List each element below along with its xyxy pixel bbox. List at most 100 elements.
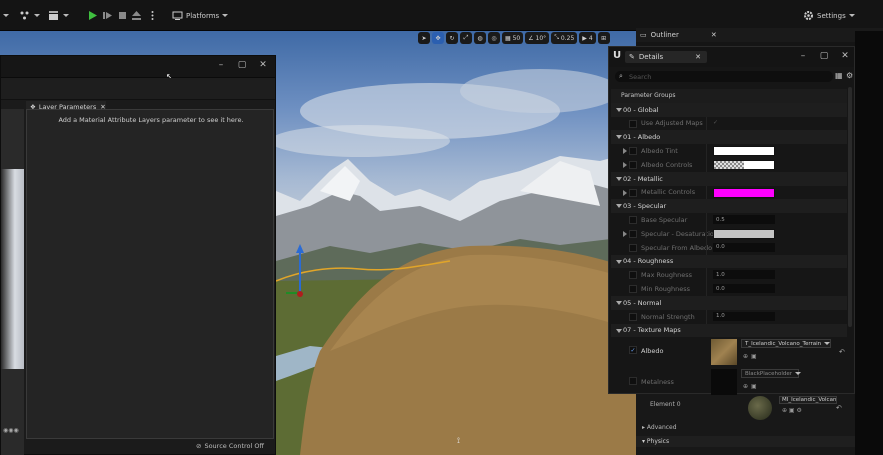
param-label: Metallic Controls [641,188,696,197]
override-checkbox-checked[interactable]: ✓ [629,346,637,355]
group-global[interactable]: 00 - Global [611,102,847,117]
group-label: 04 - Roughness [623,257,674,266]
platforms-dropdown[interactable]: Platforms [171,7,229,24]
settings-dropdown[interactable]: Settings [802,7,855,24]
close-button[interactable]: ✕ [256,60,270,70]
tab-outliner[interactable]: ▭ Outliner ✕ [640,29,720,41]
override-checkbox[interactable] [629,377,637,386]
albedo-controls-swatch[interactable] [713,159,775,170]
details-search-input[interactable]: ⌕ Search [615,71,833,82]
translate-mode-button[interactable]: ✥ [432,32,444,44]
advanced-section[interactable]: ▸ Advanced [642,424,677,431]
angle-snap-button[interactable]: ∠ 10° [525,32,550,44]
expand-arrow-icon[interactable] [623,148,627,155]
expand-arrow-icon[interactable] [623,189,627,196]
move-icon: ✥ [435,34,441,42]
grid-snap-button[interactable]: ▦ 50 [502,32,524,44]
physics-section[interactable]: ▾ Physics [636,436,855,447]
metalness-texture-thumbnail [711,369,737,396]
outliner-close-icon[interactable]: ✕ [711,31,717,39]
parameter-groups-header[interactable]: Parameter Groups [611,89,847,103]
override-checkbox[interactable] [629,285,637,294]
select-mode-button[interactable]: ➤ [418,32,430,44]
gear-icon [802,9,815,22]
override-checkbox[interactable] [629,188,637,197]
preview-options-icon[interactable]: ◉◉◉ [3,427,19,434]
albedo-asset-picker[interactable]: T_Icelandic_Volcano_Terrain_ [741,339,831,349]
rotate-mode-button[interactable]: ↻ [446,32,458,44]
stop-button[interactable] [116,7,129,24]
value-checkbox[interactable]: ✓ [713,119,718,126]
override-checkbox[interactable] [629,243,637,252]
snap-dropdown[interactable] [18,7,40,24]
camera-speed-button[interactable]: ▶ 4 [579,32,596,44]
browse-icon[interactable]: ▣ [751,353,757,360]
angle-snap-value: 10° [535,34,547,42]
scale-mode-button[interactable]: ⤢ [460,32,472,44]
reset-to-default-icon[interactable]: ↶ [839,348,845,356]
details-scrollbar[interactable] [848,87,852,327]
expand-arrow-icon[interactable] [623,161,627,168]
metalness-asset-picker[interactable]: BlackPlaceholder [741,369,802,379]
group-albedo[interactable]: 01 - Albedo [611,130,847,145]
maximize-button[interactable]: ▢ [235,60,249,70]
group-roughness[interactable]: 04 - Roughness [611,254,847,269]
normal-strength-field[interactable]: 1.0 [713,311,775,321]
group-texture-maps[interactable]: 07 - Texture Maps [611,323,847,338]
eject-button[interactable] [130,7,143,24]
details-close-button[interactable]: ✕ [838,51,852,61]
eject-icon [130,9,143,22]
group-normal[interactable]: 05 - Normal [611,295,847,310]
base-specular-field[interactable]: 0.5 [713,215,775,225]
max-roughness-field[interactable]: 1.0 [713,270,775,280]
override-checkbox[interactable] [629,119,637,128]
albedo-asset-actions[interactable]: ⊕ ▣ [743,353,757,360]
min-roughness-field[interactable]: 0.0 [713,284,775,294]
use-selected-icon[interactable]: ⊕ [743,353,748,360]
material-details-panel: U ✎ Details ✕ – ▢ ✕ ⌕ Search ▦ ⚙ Paramet… [608,46,855,397]
preview-viewport[interactable]: ◉◉◉ [1,109,24,455]
override-checkbox[interactable] [629,271,637,280]
physics-label: Physics [646,438,670,445]
reset-icon[interactable]: ↶ [836,404,842,412]
cinematics-dropdown[interactable] [47,7,69,24]
more-options-button[interactable] [146,7,159,24]
play-button[interactable] [86,7,99,24]
override-checkbox[interactable] [629,229,637,238]
details-maximize-button[interactable]: ▢ [817,51,831,61]
scale-snap-button[interactable]: ⤡ 0.25 [551,32,578,44]
kebab-icon [146,9,159,22]
group-specular[interactable]: 03 - Specular [611,199,847,214]
layer-empty-message: Add a Material Attribute Layers paramete… [58,116,244,124]
minimize-button[interactable]: – [214,60,228,70]
browse-icon[interactable]: ▣ [751,383,757,390]
editor-title-bar[interactable]: – ▢ ✕ ↖ [1,56,275,81]
tab-details[interactable]: ✎ Details ✕ [625,51,707,63]
group-metallic[interactable]: 02 - Metallic [611,171,847,186]
toolbar-dropdown-left[interactable] [0,7,9,24]
asset-browse-icons[interactable]: ⊕ ▣ ⚙ [782,407,802,414]
override-checkbox[interactable] [629,147,637,156]
world-local-toggle[interactable]: ◍ [474,32,486,44]
group-label: 01 - Albedo [623,133,661,142]
albedo-tint-swatch[interactable] [713,146,775,157]
expand-arrow-icon[interactable] [623,230,627,237]
specular-desaturation-swatch[interactable] [713,228,775,239]
details-settings-icon[interactable]: ⚙ [846,71,853,80]
main-toolbar: Platforms Settings [0,0,883,31]
table-view-icon[interactable]: ▦ [835,71,843,80]
parameter-list: Parameter Groups 00 - Global Use Adjuste… [611,89,847,397]
metallic-controls-swatch[interactable] [713,187,775,198]
details-minimize-button[interactable]: – [796,51,810,61]
metalness-asset-actions[interactable]: ⊕ ▣ [743,383,757,390]
surface-snap-toggle[interactable]: ◎ [488,32,500,44]
override-checkbox[interactable] [629,160,637,169]
source-control-status[interactable]: ⊘ Source Control Off [196,442,264,450]
override-checkbox[interactable] [629,216,637,225]
use-selected-icon[interactable]: ⊕ [743,383,748,390]
details-tab-close-icon[interactable]: ✕ [695,53,701,61]
advance-frame-button[interactable] [101,7,114,24]
override-checkbox[interactable] [629,312,637,321]
specular-from-albedo-field[interactable]: 0.0 [713,242,775,252]
viewport-layout-button[interactable]: ⊞ [597,32,610,44]
